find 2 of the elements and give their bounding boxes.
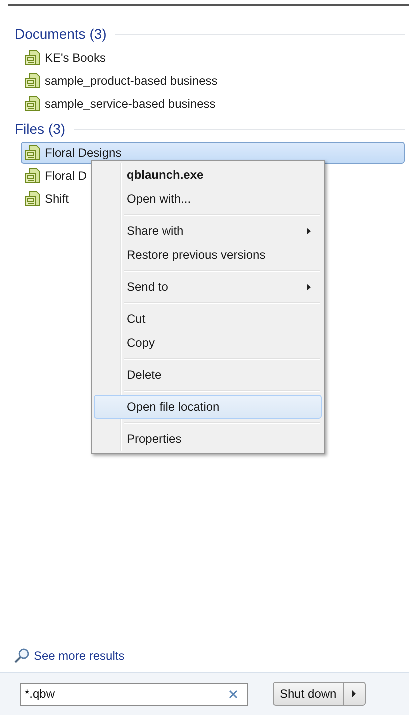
group-heading: Files (3) bbox=[15, 121, 66, 137]
group-heading: Documents (3) bbox=[15, 26, 107, 42]
